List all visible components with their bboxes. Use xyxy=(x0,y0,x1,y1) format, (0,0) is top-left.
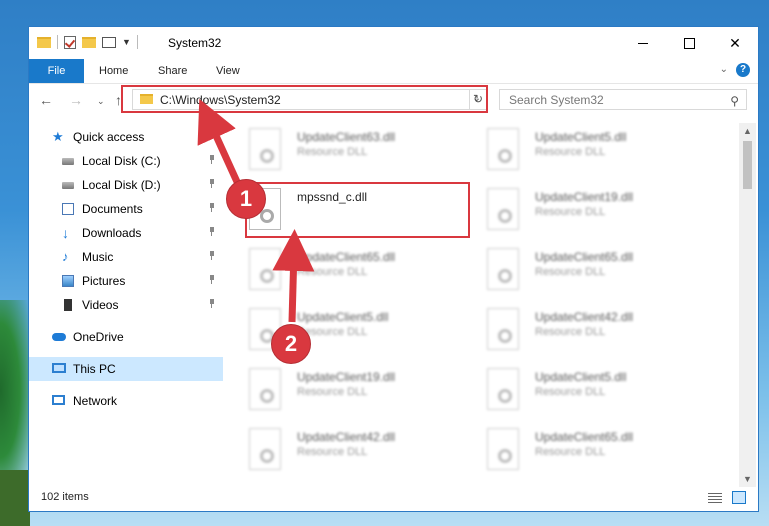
arrow-to-address-bar xyxy=(197,98,242,186)
step-2-badge: 2 xyxy=(271,324,311,364)
annotation-arrows xyxy=(197,98,315,323)
step-1-badge: 1 xyxy=(226,179,266,219)
arrow-to-file xyxy=(272,229,315,323)
